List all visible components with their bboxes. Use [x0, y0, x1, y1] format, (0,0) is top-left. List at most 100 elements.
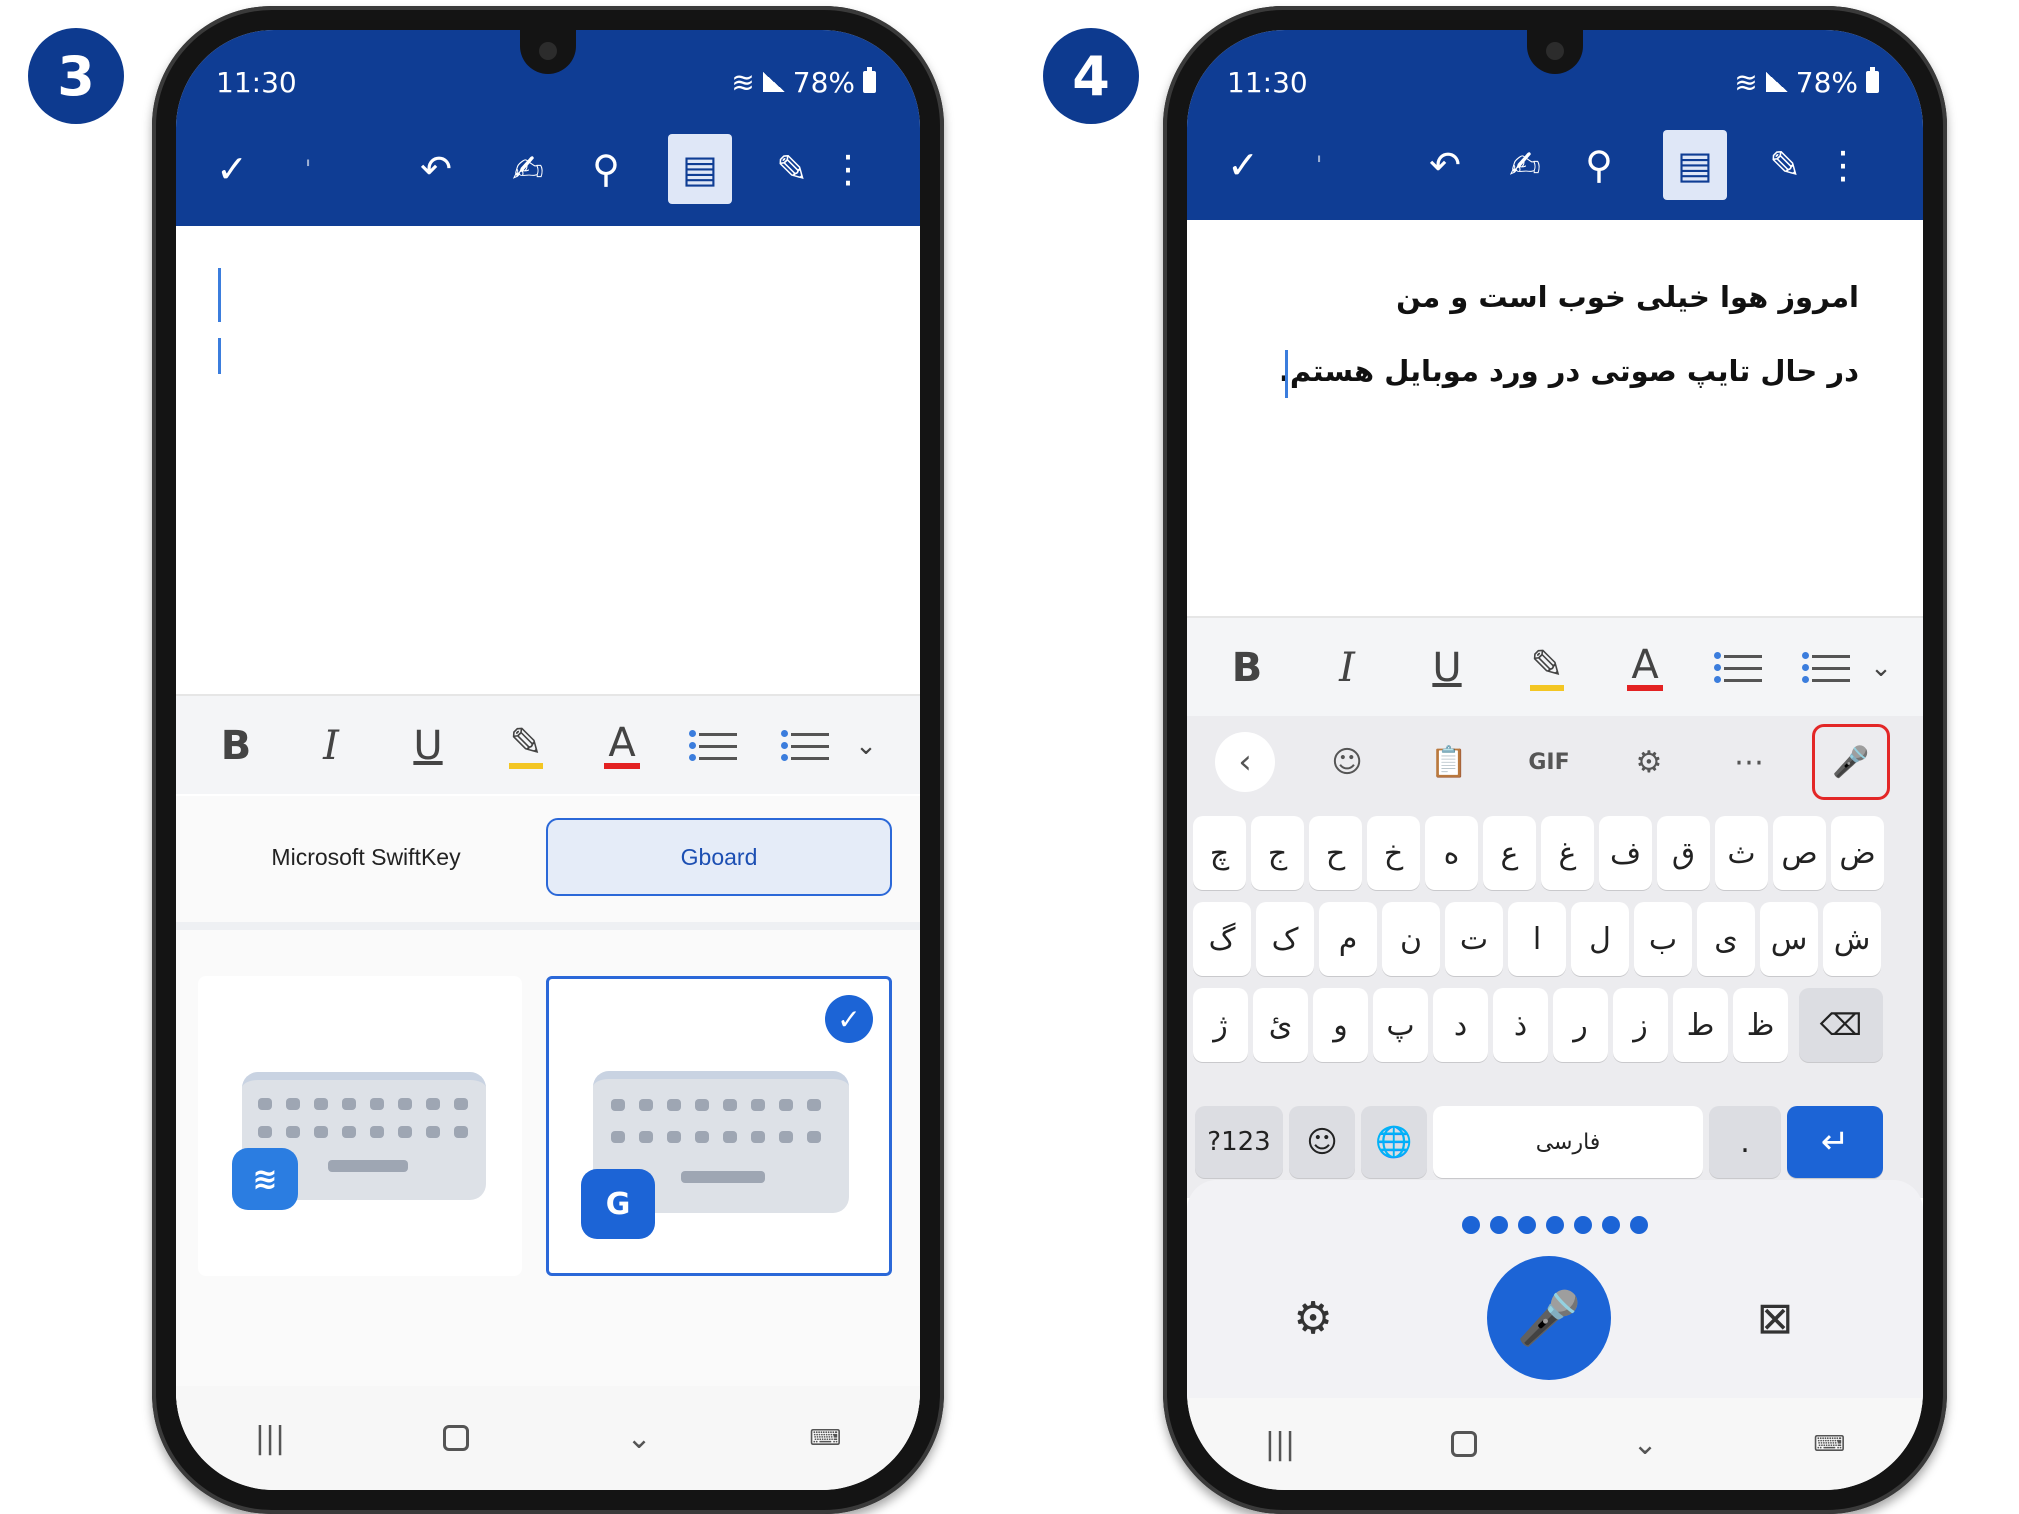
- key[interactable]: خ: [1367, 816, 1420, 890]
- ink-pen-icon[interactable]: ✍: [496, 134, 560, 204]
- space-key[interactable]: فارسی: [1433, 1106, 1703, 1178]
- check-icon[interactable]: ✓: [200, 134, 264, 204]
- bullet-list-icon[interactable]: [1713, 618, 1773, 718]
- search-icon[interactable]: ⚲: [1567, 130, 1631, 200]
- draw-icon[interactable]: ✎: [760, 134, 824, 204]
- step-badge-3: 3: [28, 28, 124, 124]
- settings-icon[interactable]: ⚙: [1619, 732, 1679, 792]
- voice-typing-panel: ⚙ 🎤 ⊠: [1187, 1180, 1923, 1398]
- key[interactable]: ر: [1553, 988, 1608, 1062]
- microphone-icon[interactable]: 🎤: [1812, 724, 1890, 800]
- back-icon[interactable]: ‹: [1215, 732, 1275, 792]
- document-line-2: در حال تایپ صوتی در ورد موبایل هستم.: [1278, 354, 1859, 388]
- key[interactable]: ع: [1483, 816, 1536, 890]
- key[interactable]: پ: [1373, 988, 1428, 1062]
- recents-icon[interactable]: |||: [255, 1421, 285, 1456]
- tab-gboard[interactable]: Gboard: [546, 818, 892, 896]
- key[interactable]: ن: [1382, 902, 1440, 976]
- globe-icon[interactable]: 🌐: [1361, 1106, 1427, 1178]
- key[interactable]: ط: [1673, 988, 1728, 1062]
- microphone-icon[interactable]: 🎤: [1487, 1256, 1611, 1380]
- back-icon[interactable]: ⌄: [627, 1421, 652, 1456]
- underline-button[interactable]: U: [398, 696, 458, 796]
- document-area[interactable]: امروز هوا خیلی خوب است و من در حال تایپ …: [1187, 220, 1923, 616]
- keyboard-icon[interactable]: ⌨: [1813, 1432, 1845, 1457]
- close-icon[interactable]: ⊠: [1745, 1288, 1805, 1348]
- key[interactable]: ا: [1508, 902, 1566, 976]
- period-key[interactable]: .: [1709, 1106, 1781, 1178]
- key[interactable]: ث: [1715, 816, 1768, 890]
- gboard-card[interactable]: ✓ G: [546, 976, 892, 1276]
- bold-button[interactable]: B: [206, 696, 266, 796]
- key[interactable]: م: [1319, 902, 1377, 976]
- key[interactable]: س: [1760, 902, 1818, 976]
- font-color-button[interactable]: A: [1615, 618, 1675, 718]
- home-icon[interactable]: [1450, 1431, 1477, 1457]
- document-view-icon[interactable]: ▤: [1663, 130, 1727, 200]
- highlighter-icon[interactable]: ✎: [1517, 618, 1577, 718]
- key[interactable]: ق: [1657, 816, 1710, 890]
- font-color-button[interactable]: A: [592, 696, 652, 796]
- format-bar: B I U ✎ A ⌄: [1187, 616, 1923, 716]
- key[interactable]: ک: [1256, 902, 1314, 976]
- chevron-down-icon[interactable]: ⌄: [836, 696, 896, 796]
- highlighter-icon[interactable]: ✎: [496, 696, 556, 796]
- backspace-icon[interactable]: ⌫: [1799, 988, 1883, 1062]
- check-icon[interactable]: ✓: [1211, 130, 1275, 200]
- emoji-key[interactable]: ☺: [1289, 1106, 1355, 1178]
- key[interactable]: ئ: [1253, 988, 1308, 1062]
- document-area[interactable]: [176, 226, 920, 692]
- key[interactable]: غ: [1541, 816, 1594, 890]
- undo-icon[interactable]: ↶: [404, 134, 468, 204]
- undo-icon[interactable]: ↶: [1413, 130, 1477, 200]
- key[interactable]: ص: [1773, 816, 1826, 890]
- key[interactable]: ب: [1634, 902, 1692, 976]
- key[interactable]: ف: [1599, 816, 1652, 890]
- key[interactable]: چ: [1193, 816, 1246, 890]
- home-icon[interactable]: [442, 1425, 469, 1451]
- numbered-list-icon[interactable]: [780, 696, 840, 796]
- key[interactable]: ت: [1445, 902, 1503, 976]
- settings-icon[interactable]: ⚙: [1283, 1288, 1343, 1348]
- gif-button[interactable]: GIF: [1519, 732, 1579, 792]
- keyboard-icon[interactable]: ⌨: [809, 1426, 841, 1451]
- chevron-down-icon[interactable]: ⌄: [1851, 618, 1911, 718]
- step-badge-4: 4: [1043, 28, 1139, 124]
- more-icon[interactable]: ⋮: [1811, 130, 1875, 200]
- search-icon[interactable]: ⚲: [574, 134, 638, 204]
- key[interactable]: ض: [1831, 816, 1884, 890]
- emoji-icon[interactable]: ☺: [1317, 732, 1377, 792]
- ink-pen-icon[interactable]: ✍: [1493, 130, 1557, 200]
- key[interactable]: گ: [1193, 902, 1251, 976]
- key[interactable]: د: [1433, 988, 1488, 1062]
- clipboard-icon[interactable]: 📋: [1419, 732, 1479, 792]
- swiftkey-card[interactable]: ≋: [198, 976, 522, 1276]
- key[interactable]: ج: [1251, 816, 1304, 890]
- key[interactable]: ظ: [1733, 988, 1788, 1062]
- key[interactable]: و: [1313, 988, 1368, 1062]
- key[interactable]: ی: [1697, 902, 1755, 976]
- symbols-key[interactable]: ?123: [1195, 1106, 1283, 1178]
- recents-icon[interactable]: |||: [1265, 1427, 1295, 1462]
- italic-button[interactable]: I: [1317, 618, 1377, 718]
- draw-icon[interactable]: ✎: [1753, 130, 1817, 200]
- underline-button[interactable]: U: [1417, 618, 1477, 718]
- more-icon[interactable]: ⋮: [816, 134, 880, 204]
- italic-button[interactable]: I: [301, 696, 361, 796]
- key[interactable]: ش: [1823, 902, 1881, 976]
- key[interactable]: ژ: [1193, 988, 1248, 1062]
- tab-microsoft-swiftkey[interactable]: Microsoft SwiftKey: [206, 818, 526, 896]
- enter-key[interactable]: ↵: [1787, 1106, 1883, 1178]
- toolbar: ✓ ' ↶ ✍ ⚲ ▤ ✎ ⋮: [1187, 130, 1923, 202]
- key[interactable]: ل: [1571, 902, 1629, 976]
- more-icon[interactable]: ⋯: [1719, 732, 1779, 792]
- gboard-keyboard: ‹ ☺ 📋 GIF ⚙ ⋯ 🎤 ضصثقفغعهخحجچ شسیبلاتنمکگ ظ…: [1187, 716, 1923, 1198]
- document-view-icon[interactable]: ▤: [668, 134, 732, 204]
- key[interactable]: ز: [1613, 988, 1668, 1062]
- key[interactable]: ذ: [1493, 988, 1548, 1062]
- bullet-list-icon[interactable]: [688, 696, 748, 796]
- key[interactable]: ه: [1425, 816, 1478, 890]
- key[interactable]: ح: [1309, 816, 1362, 890]
- bold-button[interactable]: B: [1217, 618, 1277, 718]
- back-icon[interactable]: ⌄: [1633, 1427, 1658, 1462]
